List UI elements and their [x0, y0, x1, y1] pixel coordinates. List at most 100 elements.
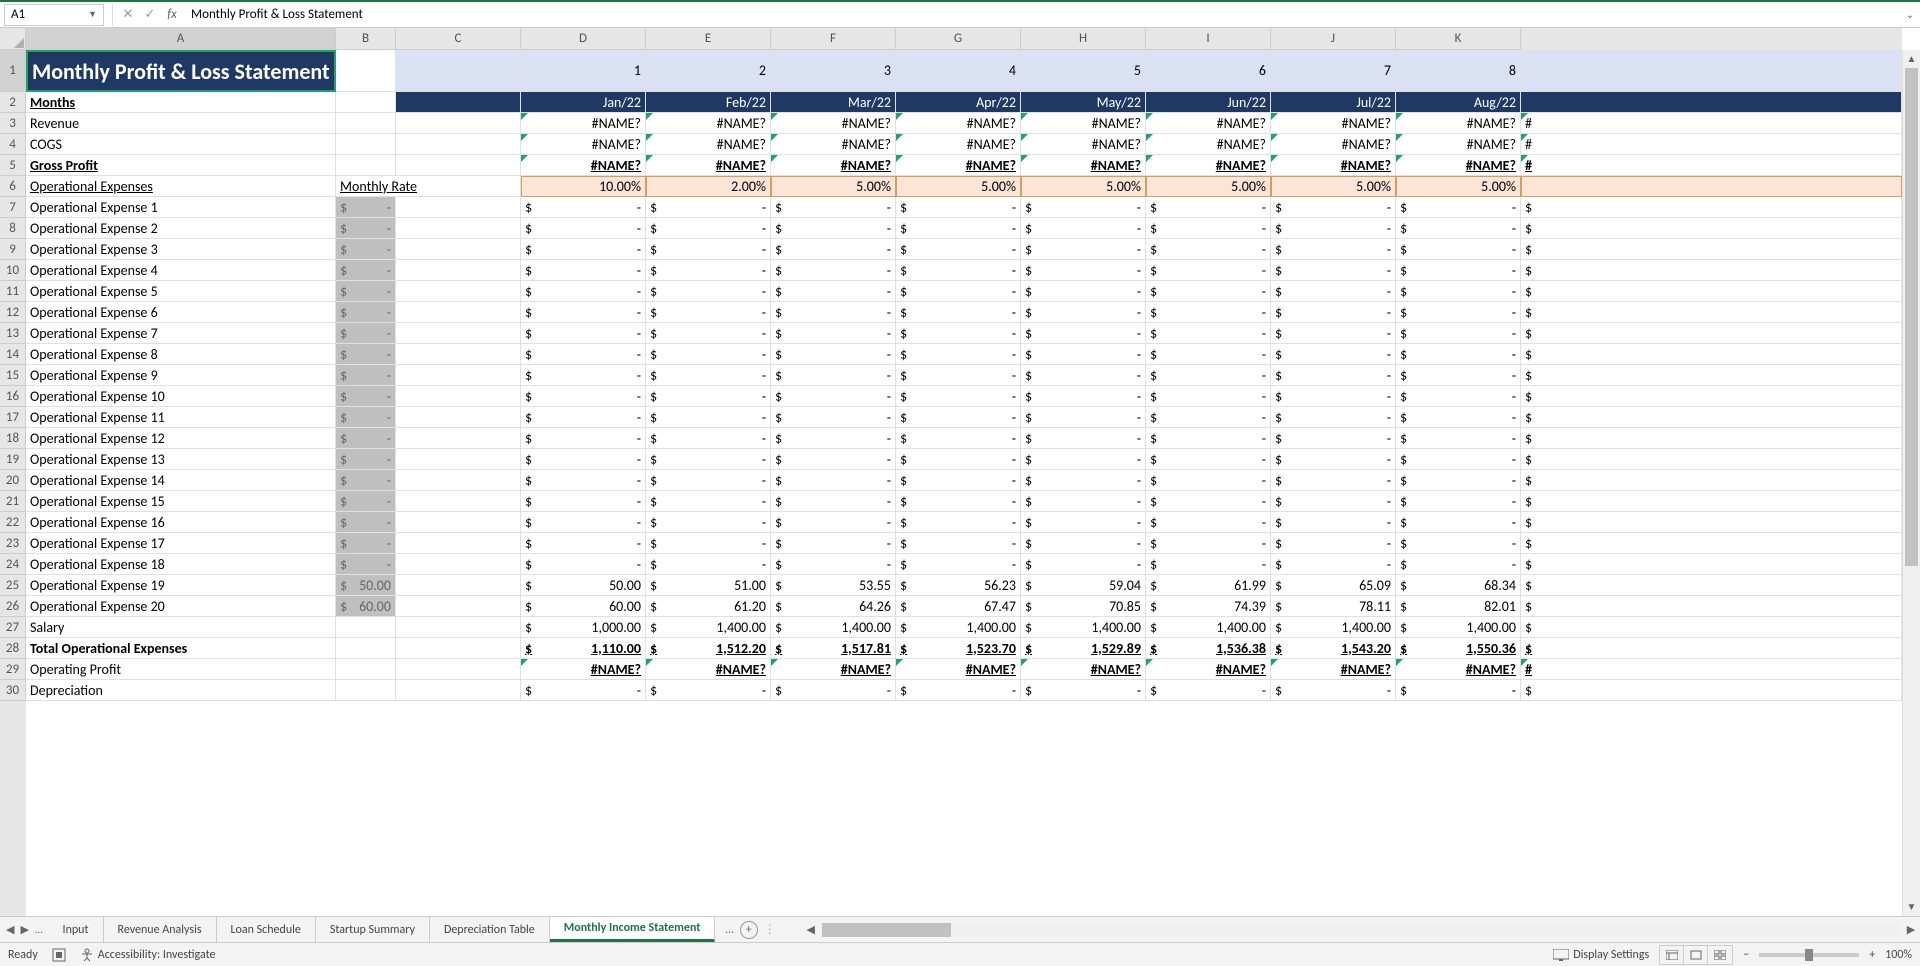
opex-value[interactable]: $- [896, 365, 1021, 386]
cell[interactable] [396, 197, 521, 218]
select-all-corner[interactable] [0, 28, 26, 50]
period-num[interactable]: 2 [646, 50, 771, 92]
view-page-break-button[interactable] [1708, 946, 1732, 964]
cell[interactable] [396, 239, 521, 260]
cell[interactable] [396, 449, 521, 470]
scroll-up-icon[interactable]: ▲ [1903, 50, 1920, 68]
name-error[interactable]: #NAME? [646, 659, 771, 680]
opex-value[interactable]: $- [646, 260, 771, 281]
period-num[interactable]: 3 [771, 50, 896, 92]
opex-value[interactable]: $- [646, 491, 771, 512]
salary-value[interactable]: $1,400.00 [771, 617, 896, 638]
monthly-rate-cell[interactable]: $- [336, 533, 396, 554]
opex-value[interactable]: $- [1396, 239, 1521, 260]
zoom-in-button[interactable]: + [1869, 948, 1875, 962]
total-value[interactable]: $1,550.36 [1396, 638, 1521, 659]
rate-cell[interactable]: 5.00% [1396, 176, 1521, 197]
name-error[interactable]: #NAME? [1021, 113, 1146, 134]
opex-value[interactable]: $- [1271, 218, 1396, 239]
depr-value[interactable]: $- [771, 680, 896, 701]
cell-edge[interactable]: $ [1521, 680, 1902, 701]
name-error[interactable]: #NAME? [896, 134, 1021, 155]
tab-more-icon[interactable]: … [35, 923, 43, 936]
salary-value[interactable]: $1,000.00 [521, 617, 646, 638]
salary-value[interactable]: $1,400.00 [896, 617, 1021, 638]
opex-name[interactable]: Operational Expense 19 [26, 575, 336, 596]
opex-value[interactable]: $- [1021, 491, 1146, 512]
column-header-K[interactable]: K [1396, 28, 1521, 50]
hscroll-left-icon[interactable]: ◀ [802, 923, 820, 936]
monthly-rate-cell[interactable]: $- [336, 323, 396, 344]
row-header-3[interactable]: 3 [0, 113, 26, 134]
opex-value[interactable]: $- [1271, 533, 1396, 554]
opex-value[interactable]: $- [1271, 470, 1396, 491]
depr-value[interactable]: $- [1271, 680, 1396, 701]
cell[interactable] [396, 596, 521, 617]
cell-edge[interactable]: $ [1521, 197, 1902, 218]
cell[interactable] [396, 407, 521, 428]
opex-value[interactable]: $- [896, 281, 1021, 302]
monthly-rate-cell[interactable]: $- [336, 281, 396, 302]
opex-value[interactable]: $- [646, 449, 771, 470]
name-error[interactable]: #NAME? [896, 155, 1021, 176]
hscroll-right-icon[interactable]: ▶ [1902, 923, 1920, 936]
opex-value[interactable]: $- [1146, 554, 1271, 575]
period-num[interactable]: 8 [1396, 50, 1521, 92]
cell[interactable] [396, 323, 521, 344]
sheet-tab[interactable]: Loan Schedule [217, 917, 316, 942]
row-header-13[interactable]: 13 [0, 323, 26, 344]
opex-value[interactable]: $- [521, 470, 646, 491]
opex-value[interactable]: $- [1021, 323, 1146, 344]
opex-value[interactable]: $- [1396, 407, 1521, 428]
total-value[interactable]: $1,523.70 [896, 638, 1021, 659]
rate-cell[interactable]: 5.00% [896, 176, 1021, 197]
opex-value[interactable]: $51.00 [646, 575, 771, 596]
tab-next-icon[interactable]: ▶ [20, 923, 28, 936]
cell[interactable] [336, 134, 396, 155]
opex-value[interactable]: $50.00 [521, 575, 646, 596]
cell-edge[interactable]: $ [1521, 407, 1902, 428]
opex-value[interactable]: $- [646, 365, 771, 386]
vertical-scrollbar[interactable]: ▲ ▼ [1902, 50, 1920, 916]
opex-value[interactable]: $- [646, 386, 771, 407]
name-error[interactable]: #NAME? [771, 113, 896, 134]
opex-value[interactable]: $- [771, 344, 896, 365]
cell[interactable] [396, 386, 521, 407]
opex-value[interactable]: $- [1021, 239, 1146, 260]
name-error[interactable]: #NAME? [521, 113, 646, 134]
opex-value[interactable]: $- [771, 533, 896, 554]
cell[interactable] [336, 680, 396, 701]
cell-edge[interactable]: $ [1521, 323, 1902, 344]
opex-value[interactable]: $78.11 [1271, 596, 1396, 617]
cell-edge[interactable]: # [1521, 134, 1902, 155]
opex-value[interactable]: $- [1271, 260, 1396, 281]
vscroll-thumb[interactable] [1905, 68, 1918, 566]
opex-value[interactable]: $- [771, 365, 896, 386]
cell-edge[interactable]: $ [1521, 260, 1902, 281]
opex-value[interactable]: $- [1396, 428, 1521, 449]
opex-value[interactable]: $- [646, 554, 771, 575]
opex-name[interactable]: Operational Expense 1 [26, 197, 336, 218]
rate-cell[interactable]: 10.00% [521, 176, 646, 197]
opex-value[interactable]: $- [1146, 260, 1271, 281]
opex-value[interactable]: $- [771, 218, 896, 239]
opex-value[interactable]: $- [1021, 218, 1146, 239]
opex-value[interactable]: $- [521, 239, 646, 260]
opex-value[interactable]: $82.01 [1396, 596, 1521, 617]
opex-value[interactable]: $- [771, 554, 896, 575]
row-header-22[interactable]: 22 [0, 512, 26, 533]
opex-value[interactable]: $61.20 [646, 596, 771, 617]
opex-value[interactable]: $- [1396, 323, 1521, 344]
opex-value[interactable]: $- [521, 512, 646, 533]
opex-value[interactable]: $- [771, 281, 896, 302]
opex-value[interactable]: $- [896, 239, 1021, 260]
opex-value[interactable]: $- [1146, 281, 1271, 302]
cell-edge[interactable]: $ [1521, 344, 1902, 365]
zoom-out-button[interactable]: − [1743, 948, 1749, 962]
depr-value[interactable]: $- [646, 680, 771, 701]
monthly-rate-cell[interactable]: $- [336, 260, 396, 281]
name-error[interactable]: #NAME? [1021, 134, 1146, 155]
opex-value[interactable]: $- [1146, 218, 1271, 239]
row-header-16[interactable]: 16 [0, 386, 26, 407]
row-header-21[interactable]: 21 [0, 491, 26, 512]
